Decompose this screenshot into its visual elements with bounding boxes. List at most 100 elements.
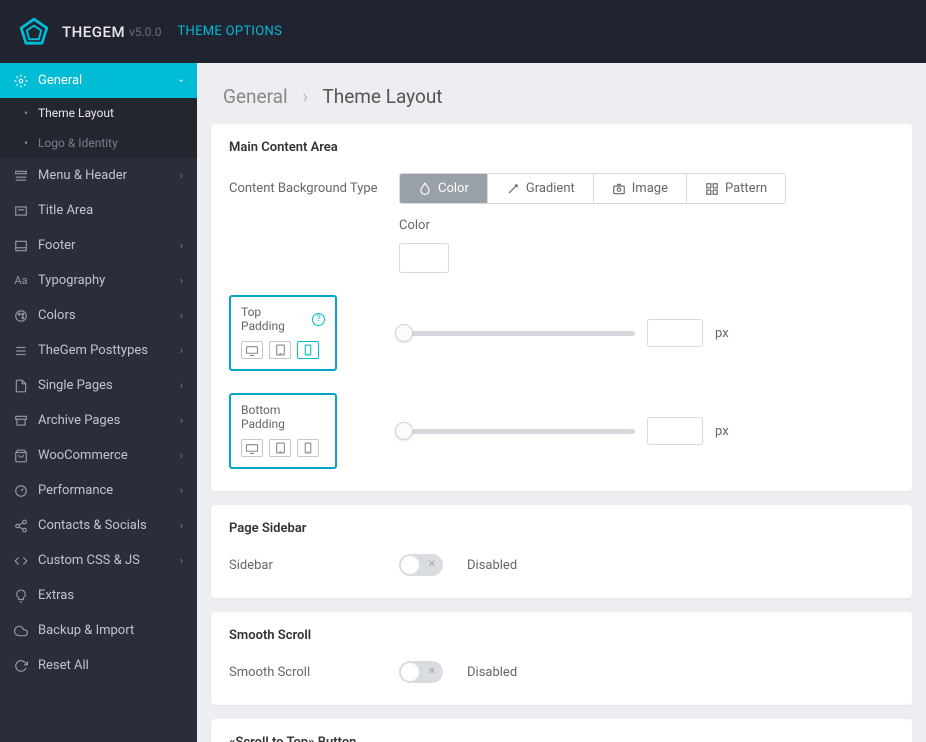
device-mobile[interactable] xyxy=(297,439,319,457)
sidebar-item-footer[interactable]: Footer › xyxy=(0,228,197,263)
sidebar-item-contacts[interactable]: Contacts & Socials › xyxy=(0,508,197,543)
sidebar-item-posttypes[interactable]: TheGem Posttypes › xyxy=(0,333,197,368)
sidebar-item-label: Backup & Import xyxy=(38,623,134,638)
bg-type-pattern[interactable]: Pattern xyxy=(686,174,785,203)
sidebar-item-woocommerce[interactable]: WooCommerce › xyxy=(0,438,197,473)
sidebar-item-label: Custom CSS & JS xyxy=(38,553,140,568)
sidebar-item-colors[interactable]: Colors › xyxy=(0,298,197,333)
breadcrumb-current: Theme Layout xyxy=(322,85,442,108)
logo-icon xyxy=(18,16,50,48)
title-icon xyxy=(14,204,28,218)
sidebar-item-performance[interactable]: Performance › xyxy=(0,473,197,508)
device-mobile[interactable] xyxy=(297,341,319,359)
sidebar-item-label: Menu & Header xyxy=(38,168,127,183)
color-swatch[interactable] xyxy=(399,243,449,273)
sidebar-item-title-area[interactable]: Title Area xyxy=(0,193,197,228)
bottom-padding-label: Bottom Padding xyxy=(241,403,325,431)
panel-main-content: Main Content Area Content Background Typ… xyxy=(211,124,912,491)
chevron-icon: › xyxy=(180,519,183,532)
sidebar-item-label: Contacts & Socials xyxy=(38,518,147,533)
sidebar-item-label: Footer xyxy=(38,238,75,253)
brand-version: v5.0.0 xyxy=(129,25,161,39)
top-padding-input[interactable] xyxy=(647,319,703,347)
chevron-icon: › xyxy=(175,79,188,82)
theme-options-link[interactable]: THEME OPTIONS xyxy=(177,24,282,39)
help-icon[interactable]: ? xyxy=(312,313,325,326)
chevron-icon: › xyxy=(180,274,183,287)
sidebar-item-extras[interactable]: Extras xyxy=(0,578,197,613)
chevron-icon: › xyxy=(180,344,183,357)
top-padding-unit: px xyxy=(715,326,729,341)
chevron-icon: › xyxy=(180,414,183,427)
panel-title: Page Sidebar xyxy=(229,521,894,536)
smooth-scroll-state: Disabled xyxy=(467,665,517,680)
sidebar-item-label: Colors xyxy=(38,308,76,323)
chevron-icon: › xyxy=(180,379,183,392)
share-icon xyxy=(14,519,28,533)
sidebar-item-label: Extras xyxy=(38,588,74,603)
seg-label: Gradient xyxy=(526,181,575,196)
sidebar-item-custom-css[interactable]: Custom CSS & JS › xyxy=(0,543,197,578)
sidebar-item-single-pages[interactable]: Single Pages › xyxy=(0,368,197,403)
bg-type-label: Content Background Type xyxy=(229,181,399,196)
sidebar-sub-theme-layout[interactable]: Theme Layout xyxy=(0,98,197,128)
bottom-padding-slider[interactable] xyxy=(395,422,635,440)
sidebar-item-reset[interactable]: Reset All xyxy=(0,648,197,683)
breadcrumb-sep: › xyxy=(302,85,308,108)
sidebar-sub-logo-identity[interactable]: Logo & Identity xyxy=(0,128,197,158)
sidebar-item-label: General xyxy=(38,73,82,88)
sidebar-item-label: Typography xyxy=(38,273,105,288)
sidebar-item-label: Archive Pages xyxy=(38,413,120,428)
bottom-padding-unit: px xyxy=(715,424,729,439)
chevron-icon: › xyxy=(180,554,183,567)
sidebar-state: Disabled xyxy=(467,558,517,573)
sidebar-item-menu-header[interactable]: Menu & Header › xyxy=(0,158,197,193)
device-desktop[interactable] xyxy=(241,439,263,457)
panel-smooth-scroll: Smooth Scroll Smooth Scroll ✕ Disabled xyxy=(211,612,912,705)
sidebar-item-backup[interactable]: Backup & Import xyxy=(0,613,197,648)
grid-icon xyxy=(705,182,719,196)
seg-label: Image xyxy=(632,181,668,196)
top-padding-slider[interactable] xyxy=(395,324,635,342)
bg-type-image[interactable]: Image xyxy=(593,174,686,203)
sidebar-item-label: WooCommerce xyxy=(38,448,128,463)
device-tablet[interactable] xyxy=(269,439,291,457)
x-icon: ✕ xyxy=(428,559,436,570)
device-desktop[interactable] xyxy=(241,341,263,359)
bg-type-gradient[interactable]: Gradient xyxy=(487,174,593,203)
chevron-icon: › xyxy=(180,449,183,462)
sidebar-item-label: TheGem Posttypes xyxy=(38,343,148,358)
smooth-scroll-toggle[interactable]: ✕ xyxy=(399,661,443,683)
sidebar-label: Sidebar xyxy=(229,558,399,573)
footer-icon xyxy=(14,239,28,253)
gauge-icon xyxy=(14,484,28,498)
seg-label: Pattern xyxy=(725,181,767,196)
sidebar-item-label: Performance xyxy=(38,483,113,498)
refresh-icon xyxy=(14,659,28,673)
camera-icon xyxy=(612,182,626,196)
drop-icon xyxy=(418,182,432,196)
smooth-scroll-label: Smooth Scroll xyxy=(229,665,399,680)
sidebar-item-label: Title Area xyxy=(38,203,93,218)
x-icon: ✕ xyxy=(428,666,436,677)
color-row: Color xyxy=(399,218,894,273)
breadcrumb-root[interactable]: General xyxy=(223,85,288,108)
bottom-padding-box: Bottom Padding xyxy=(229,393,337,469)
sidebar: General › Theme Layout Logo & Identity M… xyxy=(0,63,197,742)
sidebar-item-general[interactable]: General › xyxy=(0,63,197,98)
color-label: Color xyxy=(399,218,894,233)
panel-scroll-top: «Scroll to Top» Button xyxy=(211,719,912,742)
panel-title: Main Content Area xyxy=(229,140,894,155)
sidebar-item-typography[interactable]: Aa Typography › xyxy=(0,263,197,298)
chevron-icon: › xyxy=(180,309,183,322)
code-icon xyxy=(14,554,28,568)
archive-icon xyxy=(14,414,28,428)
bg-type-color[interactable]: Color xyxy=(400,174,487,203)
bottom-padding-input[interactable] xyxy=(647,417,703,445)
chevron-icon: › xyxy=(180,169,183,182)
sidebar-item-archive-pages[interactable]: Archive Pages › xyxy=(0,403,197,438)
seg-label: Color xyxy=(438,181,469,196)
sidebar-toggle[interactable]: ✕ xyxy=(399,554,443,576)
device-tablet[interactable] xyxy=(269,341,291,359)
bg-type-segmented: Color Gradient Image Pattern xyxy=(399,173,786,204)
